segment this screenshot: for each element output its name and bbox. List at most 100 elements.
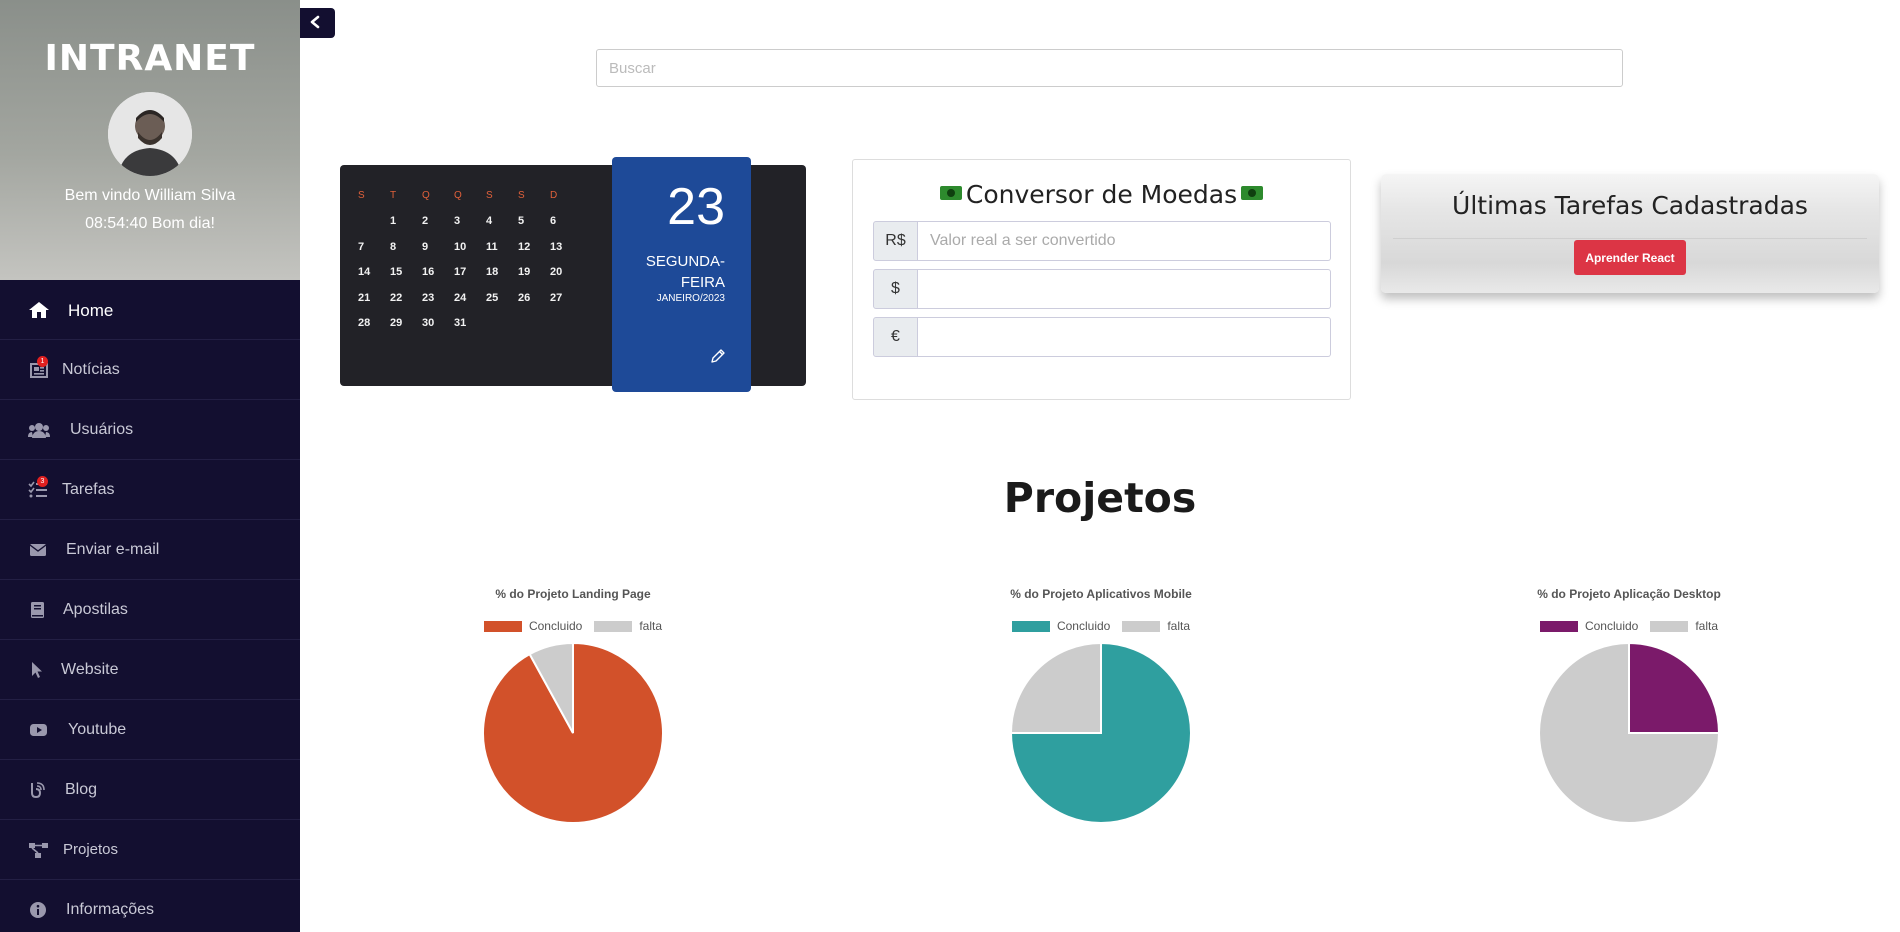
sidebar-item-youtube[interactable]: Youtube	[0, 700, 300, 760]
calendar-day[interactable]: 15	[388, 266, 420, 278]
legend-item[interactable]: Concluido	[483, 619, 583, 633]
chart-legend: Concluido falta	[423, 619, 723, 633]
sidebar-item-website[interactable]: Website	[0, 640, 300, 700]
sidebar-item-label: Website	[61, 661, 119, 678]
legend-item[interactable]: Concluido	[1539, 619, 1638, 633]
chart-title: % do Projeto Aplicativos Mobile	[1010, 587, 1192, 601]
legend-item[interactable]: falta	[594, 619, 662, 633]
calendar-day[interactable]: 26	[516, 292, 548, 304]
legend-item[interactable]: falta	[1122, 619, 1190, 633]
sidebar-item-label: Blog	[65, 781, 98, 798]
calendar-week-row: 28 29 30 31	[356, 311, 580, 337]
legend-swatch	[1122, 620, 1161, 632]
home-icon	[29, 302, 49, 318]
divider	[1393, 238, 1867, 239]
calendar-day[interactable]: 28	[356, 317, 388, 329]
usd-amount-input[interactable]	[918, 269, 1331, 309]
calendar-day[interactable]: 14	[356, 266, 388, 278]
calendar-day[interactable]: 11	[484, 241, 516, 253]
calendar-day[interactable]: 6	[548, 215, 580, 227]
sidebar-toggle-button[interactable]	[300, 8, 335, 38]
pie-slice-falta[interactable]	[1011, 643, 1102, 734]
sidebar-item-label: Home	[68, 301, 114, 320]
eur-amount-input[interactable]	[918, 317, 1331, 357]
calendar-day[interactable]: 19	[516, 266, 548, 278]
legend-swatch	[594, 620, 633, 632]
calendar-day[interactable]: 24	[452, 292, 484, 304]
sidebar-item-projetos[interactable]: Projetos	[0, 820, 300, 880]
task-button[interactable]: Aprender React	[1574, 240, 1686, 275]
legend-swatch	[1539, 620, 1578, 632]
calendar-day[interactable]: 17	[452, 266, 484, 278]
latest-tasks-card: Últimas Tarefas Cadastradas Aprender Rea…	[1381, 174, 1879, 293]
calendar-day[interactable]: 4	[484, 215, 516, 227]
calendar-day[interactable]: 5	[516, 215, 548, 227]
project-diagram-icon	[29, 843, 48, 858]
calendar-day[interactable]: 31	[452, 317, 484, 329]
calendar-day[interactable]: 16	[420, 266, 452, 278]
calendar-day[interactable]: 3	[452, 215, 484, 227]
chart-legend: Concluido falta	[1479, 619, 1779, 633]
calendar-day[interactable]: 20	[548, 266, 580, 278]
sidebar-item-informacoes[interactable]: Informações	[0, 880, 300, 932]
calendar-day[interactable]: 18	[484, 266, 516, 278]
converter-row-usd: $	[873, 269, 1349, 309]
calendar-weekday: T	[390, 190, 397, 202]
sidebar-item-label: Apostilas	[63, 601, 128, 618]
calendar-day[interactable]: 10	[452, 241, 484, 253]
calendar-day[interactable]: 9	[420, 241, 452, 253]
sidebar-nav: Home 1 Notícias Usuários 3 Tarefas Envia…	[0, 280, 300, 932]
converter-title-text: Conversor de Moedas	[965, 180, 1238, 209]
calendar-day[interactable]: 23	[420, 292, 452, 304]
converter-row-brl: R$	[873, 221, 1349, 261]
sidebar-item-enviar-email[interactable]: Enviar e-mail	[0, 520, 300, 580]
selected-day-number: 23	[667, 178, 725, 236]
sidebar: INTRANET Bem vindo William Silva 08:54:4…	[0, 0, 300, 932]
converter-title: Conversor de Moedas	[853, 180, 1350, 209]
calendar-day[interactable]: 21	[356, 292, 388, 304]
weekday-line-2: FEIRA	[680, 274, 725, 291]
calendar-weekday: Q	[422, 190, 430, 202]
calendar-day[interactable]: 8	[388, 241, 420, 253]
calendar-day[interactable]: 22	[388, 292, 420, 304]
calendar-day[interactable]: 27	[548, 292, 580, 304]
calendar-weekday: S	[486, 190, 493, 202]
projects-title: Projetos	[1003, 474, 1197, 522]
legend-item[interactable]: falta	[1650, 619, 1718, 633]
sidebar-header: INTRANET Bem vindo William Silva 08:54:4…	[0, 0, 300, 280]
legend-swatch	[1011, 620, 1050, 632]
calendar-day[interactable]: 30	[420, 317, 452, 329]
legend-label: falta	[1695, 619, 1719, 633]
calendar-day[interactable]: 12	[516, 241, 548, 253]
sidebar-item-label: Projetos	[63, 841, 119, 858]
legend-label: Concluido	[528, 619, 583, 633]
sidebar-item-blog[interactable]: Blog	[0, 760, 300, 820]
calendar-day[interactable]: 29	[388, 317, 420, 329]
sidebar-item-apostilas[interactable]: Apostilas	[0, 580, 300, 640]
sidebar-item-noticias[interactable]: 1 Notícias	[0, 340, 300, 400]
calendar-day[interactable]: 13	[548, 241, 580, 253]
chart-title: % do Projeto Landing Page	[495, 587, 651, 601]
chart-mobile-apps: % do Projeto Aplicativos Mobile Concluido…	[951, 585, 1251, 835]
pencil-icon[interactable]	[709, 347, 727, 365]
calendar-weekday: Q	[454, 190, 462, 202]
calendar-day[interactable]: 2	[420, 215, 452, 227]
calendar-weekday-row: S T Q Q S S D	[356, 183, 580, 209]
currency-converter: Conversor de Moedas R$ $ €	[852, 159, 1351, 400]
calendar-day[interactable]: 1	[388, 215, 420, 227]
sidebar-item-usuarios[interactable]: Usuários	[0, 400, 300, 460]
calendar-day[interactable]: 25	[484, 292, 516, 304]
calendar-day[interactable]: 7	[356, 241, 388, 253]
search-input[interactable]	[596, 49, 1623, 87]
legend-item[interactable]: Concluido	[1011, 619, 1110, 633]
brl-amount-input[interactable]	[918, 221, 1331, 261]
sidebar-item-home[interactable]: Home	[0, 280, 300, 340]
intranet-logo: INTRANET	[44, 38, 256, 79]
chevron-left-icon	[310, 15, 320, 29]
avatar-photo	[108, 92, 192, 176]
pie-slice-concluido[interactable]	[1628, 643, 1719, 734]
avatar[interactable]	[108, 92, 192, 176]
cursor-icon	[32, 662, 42, 678]
legend-label: falta	[639, 619, 663, 633]
calendar-week-row: 14 15 16 17 18 19 20	[356, 260, 580, 286]
